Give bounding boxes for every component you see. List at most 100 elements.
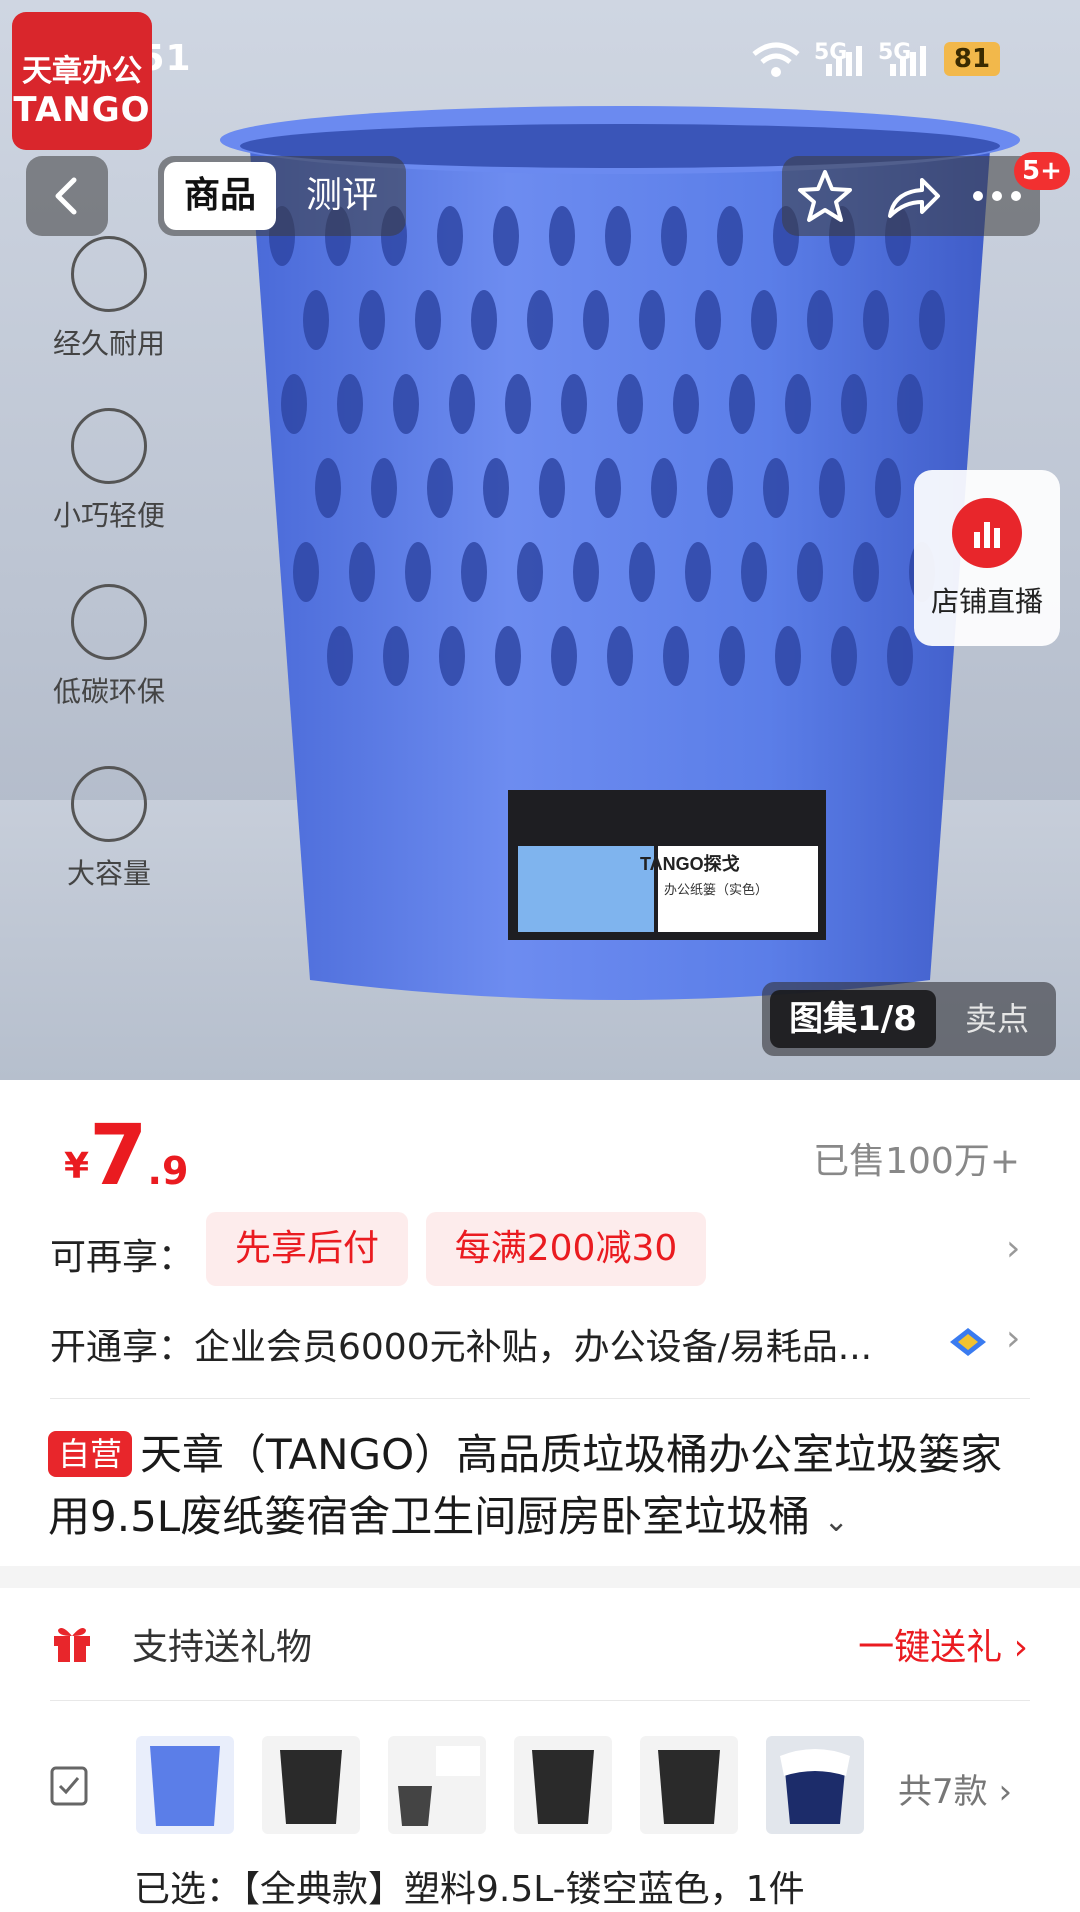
basket-hole bbox=[437, 206, 463, 266]
basket-hole bbox=[303, 290, 329, 350]
basket-hole bbox=[337, 374, 363, 434]
basket-hole bbox=[785, 374, 811, 434]
back-button[interactable] bbox=[26, 156, 108, 236]
variant-thumb-mesh-4[interactable] bbox=[640, 1736, 738, 1834]
promo-chevron-right-icon[interactable]: › bbox=[1006, 1228, 1020, 1269]
tab-product[interactable]: 商品 bbox=[164, 162, 276, 230]
basket-hole bbox=[315, 458, 341, 518]
basket-hole bbox=[551, 626, 577, 686]
basket-hole bbox=[663, 626, 689, 686]
basket-hole bbox=[605, 206, 631, 266]
basket-hole bbox=[897, 374, 923, 434]
price-currency: ¥ bbox=[64, 1146, 90, 1187]
membership-chevron-right-icon[interactable]: › bbox=[1006, 1318, 1020, 1359]
gift-support-label: 支持送礼物 bbox=[132, 1627, 313, 1668]
basket-hole bbox=[639, 290, 665, 350]
basket-hole bbox=[751, 290, 777, 350]
gallery-tab-selling-points[interactable]: 卖点 bbox=[946, 990, 1048, 1048]
promo-discount[interactable]: 每满200减30 bbox=[426, 1212, 706, 1286]
gallery-tab-images[interactable]: 图集1/8 bbox=[770, 990, 936, 1048]
basket-hole bbox=[717, 206, 743, 266]
selected-variant[interactable]: 已选：【全典款】塑料9.5L-镂空蓝色，1件 bbox=[134, 1860, 805, 1912]
basket-hole bbox=[471, 290, 497, 350]
basket-hole bbox=[685, 542, 711, 602]
feature-label: 经久耐用 bbox=[52, 327, 165, 360]
basket-hole bbox=[629, 542, 655, 602]
variant-thumb-blue[interactable] bbox=[136, 1736, 234, 1834]
basket-hole bbox=[707, 458, 733, 518]
variant-thumb-mesh-1[interactable] bbox=[262, 1736, 360, 1834]
basket-hole bbox=[583, 290, 609, 350]
basket-hole bbox=[549, 206, 575, 266]
one-click-gift-link[interactable]: 一键送礼 › bbox=[858, 1618, 1028, 1670]
variant-thumb-bag[interactable] bbox=[766, 1736, 864, 1834]
basket-hole bbox=[853, 542, 879, 602]
share-icon bbox=[888, 178, 940, 218]
basket-hole bbox=[819, 458, 845, 518]
gallery-switch: 图集1/8 卖点 bbox=[762, 982, 1056, 1056]
logo-latin: TANGO bbox=[13, 90, 151, 130]
basket-hole bbox=[887, 626, 913, 686]
basket-hole bbox=[493, 206, 519, 266]
promo-pay-later[interactable]: 先享后付 bbox=[206, 1212, 408, 1286]
top-actions bbox=[782, 156, 1040, 236]
basket-hole bbox=[349, 542, 375, 602]
cart-count-badge: 5+ bbox=[1014, 152, 1070, 190]
favorite-button[interactable] bbox=[782, 156, 868, 236]
basket-hole bbox=[327, 626, 353, 686]
basket-hole bbox=[863, 290, 889, 350]
variant-thumb-mesh-3[interactable] bbox=[514, 1736, 612, 1834]
basket-hole bbox=[673, 374, 699, 434]
store-live-button[interactable]: 店铺直播 bbox=[914, 470, 1060, 646]
membership-text[interactable]: 开通享：企业会员6000元补贴，办公设备/易耗品... bbox=[50, 1318, 940, 1370]
self-operated-tag: 自营 bbox=[48, 1431, 133, 1477]
basket-hole bbox=[831, 626, 857, 686]
basket-hole bbox=[607, 626, 633, 686]
basket-hole bbox=[371, 458, 397, 518]
status-bar: 09:51 5G 5G 81 bbox=[0, 0, 1080, 110]
diamond-badge-icon bbox=[950, 1328, 986, 1356]
promo-label: 可再享： bbox=[50, 1237, 195, 1278]
basket-hole bbox=[775, 626, 801, 686]
tab-review[interactable]: 测评 bbox=[290, 162, 394, 230]
product-title[interactable]: 自营 天章（TANGO）高品质垃圾桶办公室垃圾篓家用9.5L废纸篓宿舍卫生间厨房卧… bbox=[48, 1424, 1038, 1553]
basket-hole bbox=[415, 290, 441, 350]
basket-hole bbox=[281, 374, 307, 434]
basket-hole bbox=[807, 290, 833, 350]
variant-total[interactable]: 共7款 › bbox=[898, 1764, 1012, 1813]
price-integer: 7 bbox=[89, 1106, 148, 1204]
wifi-icon bbox=[752, 42, 800, 77]
basket-hole bbox=[359, 290, 385, 350]
basket-hole bbox=[719, 626, 745, 686]
live-bars-icon bbox=[952, 498, 1022, 568]
basket-hole bbox=[439, 626, 465, 686]
expand-chevron-down-icon[interactable]: ⌄ bbox=[824, 1504, 849, 1539]
top-tabs: 商品 测评 bbox=[158, 156, 406, 236]
basket-hole bbox=[539, 458, 565, 518]
chevron-left-icon bbox=[55, 177, 77, 215]
live-label: 店铺直播 bbox=[930, 585, 1043, 618]
basket-hole bbox=[763, 458, 789, 518]
divider bbox=[50, 1700, 1030, 1701]
share-button[interactable] bbox=[868, 156, 954, 236]
basket-hole bbox=[495, 626, 521, 686]
feature-label: 低碳环保 bbox=[52, 675, 165, 708]
basket-hole bbox=[383, 626, 409, 686]
variant-thumb-mesh-2[interactable] bbox=[388, 1736, 486, 1834]
basket-hole bbox=[797, 542, 823, 602]
basket-hole bbox=[517, 542, 543, 602]
price-decimal: .9 bbox=[147, 1149, 189, 1193]
sold-count: 已售100万+ bbox=[813, 1141, 1020, 1182]
basket-hole bbox=[919, 290, 945, 350]
cloud-icon bbox=[71, 408, 147, 484]
leaf-icon bbox=[71, 584, 147, 660]
basket-hole bbox=[461, 542, 487, 602]
diamond-icon bbox=[71, 766, 147, 842]
product-image-gallery[interactable]: TANGO探戈 办公纸篓（实色） 09:51 5G 5G 81 天章办公 TAN… bbox=[0, 0, 1080, 1080]
basket-hole bbox=[393, 374, 419, 434]
feature-label: 小巧轻便 bbox=[52, 499, 165, 532]
product-title-text: 天章（TANGO）高品质垃圾桶办公室垃圾篓家用9.5L废纸篓宿舍卫生间厨房卧室垃… bbox=[48, 1430, 1003, 1541]
brand-logo: 天章办公 TANGO bbox=[12, 12, 152, 150]
basket-hole bbox=[427, 458, 453, 518]
basket-hole bbox=[651, 458, 677, 518]
